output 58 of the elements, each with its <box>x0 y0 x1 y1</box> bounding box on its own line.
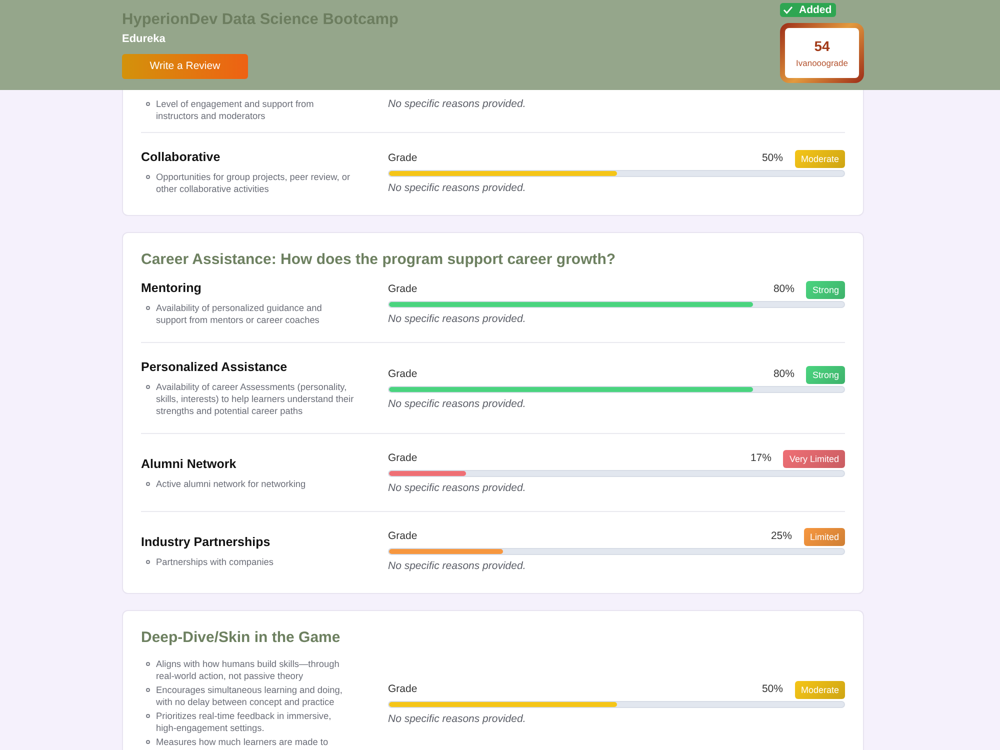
reason-text: No specific reasons provided. <box>388 312 527 326</box>
reason-text: No specific reasons provided. <box>388 398 527 410</box>
grade-label: Grade <box>388 150 418 166</box>
grade-label: Grade <box>388 282 418 297</box>
criterion-description: Availability of career Assessments (personality, skills, interests) to help learners understand their strengths and potential career paths <box>156 381 354 417</box>
rating-badge: Moderate <box>794 150 845 168</box>
reason-text: No specific reasons provided. <box>388 712 527 726</box>
criterion-description: Encourages simultaneous learning and doing, with no delay between concept and practice <box>156 684 344 708</box>
bullet-icon <box>146 740 150 744</box>
criterion-description: Aligns with how humans build skills—through real-world action, not passive theory <box>156 658 340 682</box>
grade-percent: 17% <box>750 451 772 466</box>
reason-text: No specific reasons provided. <box>388 182 527 194</box>
bullet-icon <box>146 482 150 486</box>
criterion-title: Alumni Network <box>141 456 238 472</box>
bullet-icon <box>146 102 150 106</box>
rating-badge: Very Limited <box>783 450 845 468</box>
grade-label: Grade <box>388 451 418 466</box>
grade-label: Grade <box>388 366 418 382</box>
grade-percent: 50% <box>762 150 783 166</box>
criterion-description: Active alumni network for networking <box>156 478 306 490</box>
grade-label: Grade <box>388 529 418 544</box>
grade-percent: 80% <box>773 366 794 382</box>
bullet-icon <box>146 175 150 179</box>
criterion-title: Mentoring <box>141 280 202 296</box>
criterion-title: Personalized Assistance <box>141 359 288 375</box>
grade-percent: 50% <box>762 682 783 697</box>
added-label: Added <box>799 3 832 17</box>
criterion-description: Measures how much learners are made to <box>156 736 328 748</box>
section-title: Career Assistance: How does the program support career growth? <box>141 250 617 270</box>
bullet-icon <box>146 714 150 718</box>
criterion-description: Level of engagement and support from instructors and moderators <box>156 98 315 122</box>
write-review-button[interactable]: Write a Review <box>122 54 248 79</box>
score-label: Ivanooograde <box>796 58 848 68</box>
rating-badge: Strong <box>806 280 845 298</box>
criterion-description: Opportunities for group projects, peer review, or other collaborative activities <box>156 171 352 195</box>
rating-badge: Moderate <box>794 680 845 698</box>
criterion-title: Collaborative <box>141 149 222 165</box>
check-icon <box>783 6 793 14</box>
grade-percent: 25% <box>770 529 792 544</box>
bullet-icon <box>146 662 150 666</box>
bullet-icon <box>146 560 150 564</box>
criterion-description: Partnerships with companies <box>156 556 274 568</box>
criterion-description: Availability of personalized guidance and support from mentors or career coaches <box>156 302 323 326</box>
criterion-title: Industry Partnerships <box>141 534 272 550</box>
score-value: 54 <box>814 38 830 54</box>
grade-percent: 80% <box>773 282 794 297</box>
bullet-icon <box>146 385 150 389</box>
criterion-description: Prioritizes real-time feedback in immersive, high-engagement settings. <box>156 710 332 734</box>
bullet-icon <box>146 688 150 692</box>
section-title: Deep-Dive/Skin in the Game <box>141 628 342 648</box>
bullet-icon <box>146 306 150 310</box>
provider-name: Edureka <box>122 33 166 46</box>
grade-label: Grade <box>388 682 418 697</box>
reason-text: No specific reasons provided. <box>388 560 527 573</box>
rating-badge: Strong <box>806 366 845 384</box>
reason-text: No specific reasons provided. <box>388 482 527 495</box>
rating-badge: Limited <box>804 528 845 546</box>
reason-text: No specific reasons provided. <box>388 98 527 111</box>
